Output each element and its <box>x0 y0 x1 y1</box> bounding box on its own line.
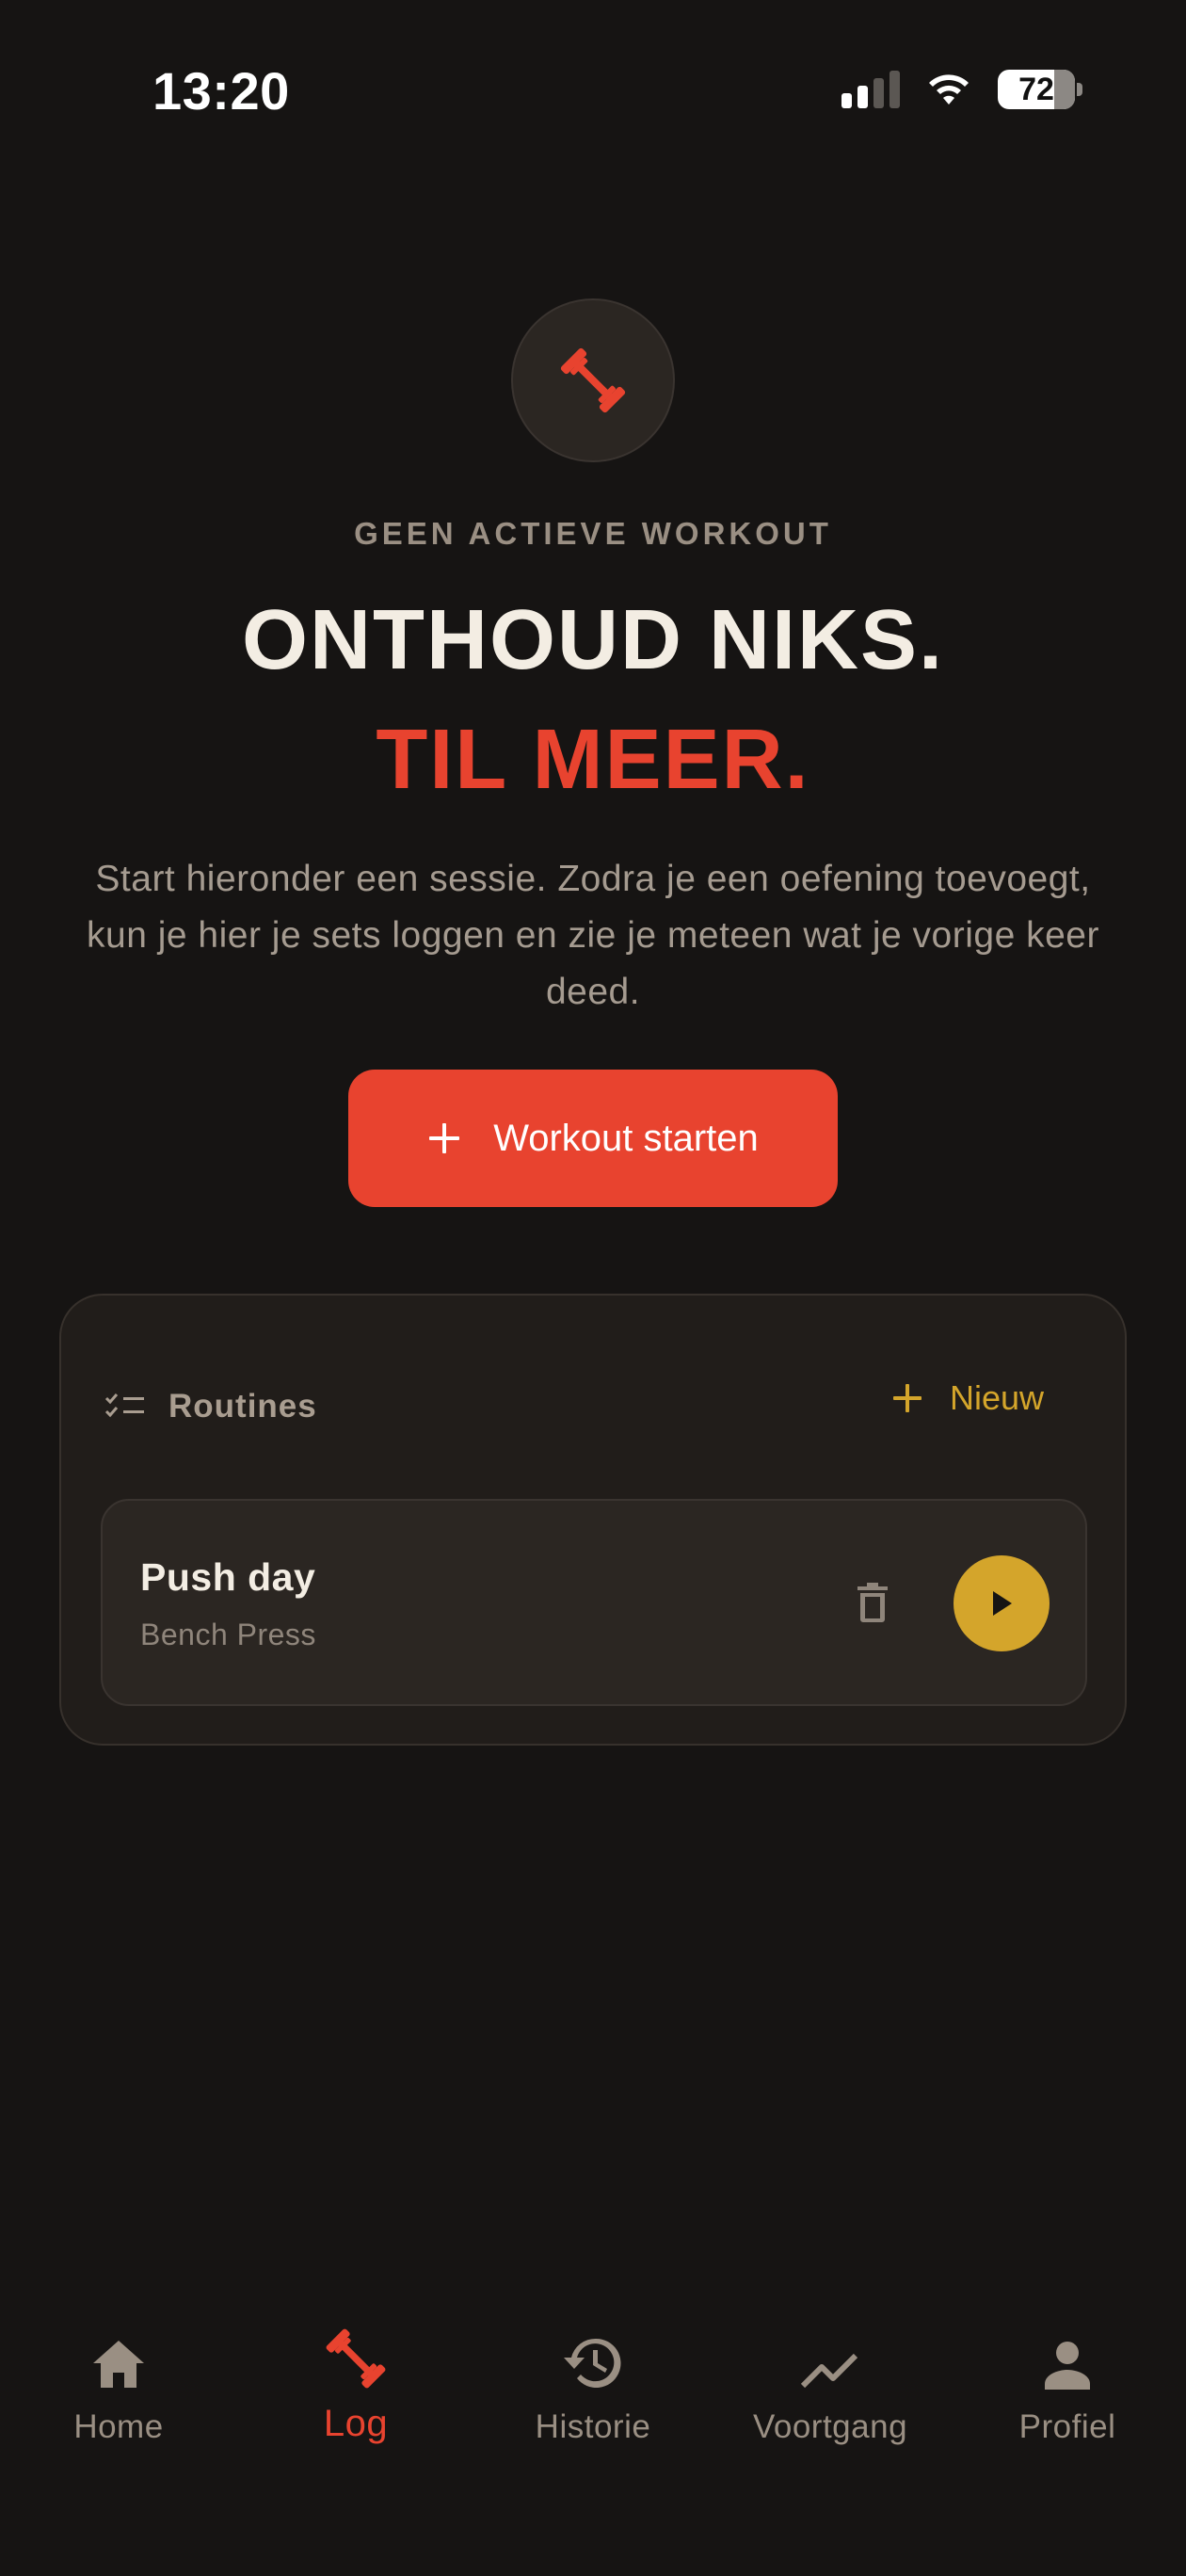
routine-item[interactable]: Push day Bench Press <box>101 1499 1087 1706</box>
hero-description: Start hieronder een sessie. Zodra je een… <box>87 859 1099 1012</box>
battery-level: 72 <box>1018 71 1054 107</box>
new-routine-label: Nieuw <box>949 1378 1044 1417</box>
nav-item-profile[interactable]: Profiel <box>949 2297 1186 2446</box>
workout-status-eyebrow: GEEN ACTIEVE WORKOUT <box>354 516 832 551</box>
delete-routine-button[interactable] <box>844 1574 901 1631</box>
nav-label-profile: Profiel <box>1018 2408 1116 2445</box>
trash-icon <box>857 1583 888 1622</box>
history-icon <box>564 2338 621 2388</box>
play-routine-button[interactable] <box>954 1555 1050 1651</box>
plus-icon <box>429 1123 460 1153</box>
dumbbell-badge <box>511 298 675 462</box>
routines-header: Routines <box>104 1388 317 1425</box>
play-icon <box>993 1591 1012 1616</box>
nav-item-progress[interactable]: Voortgang <box>712 2297 949 2446</box>
new-routine-button[interactable]: Nieuw <box>891 1378 1044 1418</box>
nav-label-log: Log <box>323 2403 389 2444</box>
status-icons: 72 <box>841 70 1082 109</box>
routine-exercises: Bench Press <box>140 1618 316 1651</box>
headline-accent: TIL MEER. <box>376 713 810 807</box>
wifi-icon <box>929 74 969 105</box>
start-workout-button[interactable]: Workout starten <box>348 1070 838 1207</box>
log-screen: 13:20 72 GEEN ACTIEVE WORKOUT ONTHOUD NI… <box>0 0 1186 2576</box>
trend-icon <box>800 2353 858 2389</box>
plus-icon <box>892 1384 922 1412</box>
headline: ONTHOUD NIKS. <box>242 593 944 687</box>
checklist-icon <box>104 1393 144 1418</box>
nav-label-progress: Voortgang <box>752 2408 908 2445</box>
nav-item-home[interactable]: Home <box>0 2297 237 2446</box>
status-time: 13:20 <box>152 61 290 121</box>
routine-name: Push day <box>140 1555 316 1599</box>
battery-icon: 72 <box>998 70 1082 109</box>
nav-label-history: Historie <box>535 2408 651 2445</box>
nav-label-home: Home <box>73 2408 164 2445</box>
home-icon <box>93 2341 144 2388</box>
nav-item-log[interactable]: Log <box>237 2297 474 2445</box>
dumbbell-icon <box>326 2328 386 2389</box>
person-icon <box>1045 2342 1090 2390</box>
dumbbell-icon <box>560 347 626 413</box>
routines-card: Routines Nieuw Push day Bench Press <box>59 1294 1127 1746</box>
routines-title: Routines <box>168 1388 317 1425</box>
status-bar: 13:20 72 <box>0 0 1186 188</box>
start-workout-label: Workout starten <box>493 1117 759 1159</box>
signal-icon <box>841 71 900 108</box>
bottom-navigation: Home Log Historie Voortgang Profiel <box>0 2297 1186 2576</box>
nav-item-history[interactable]: Historie <box>474 2297 712 2446</box>
